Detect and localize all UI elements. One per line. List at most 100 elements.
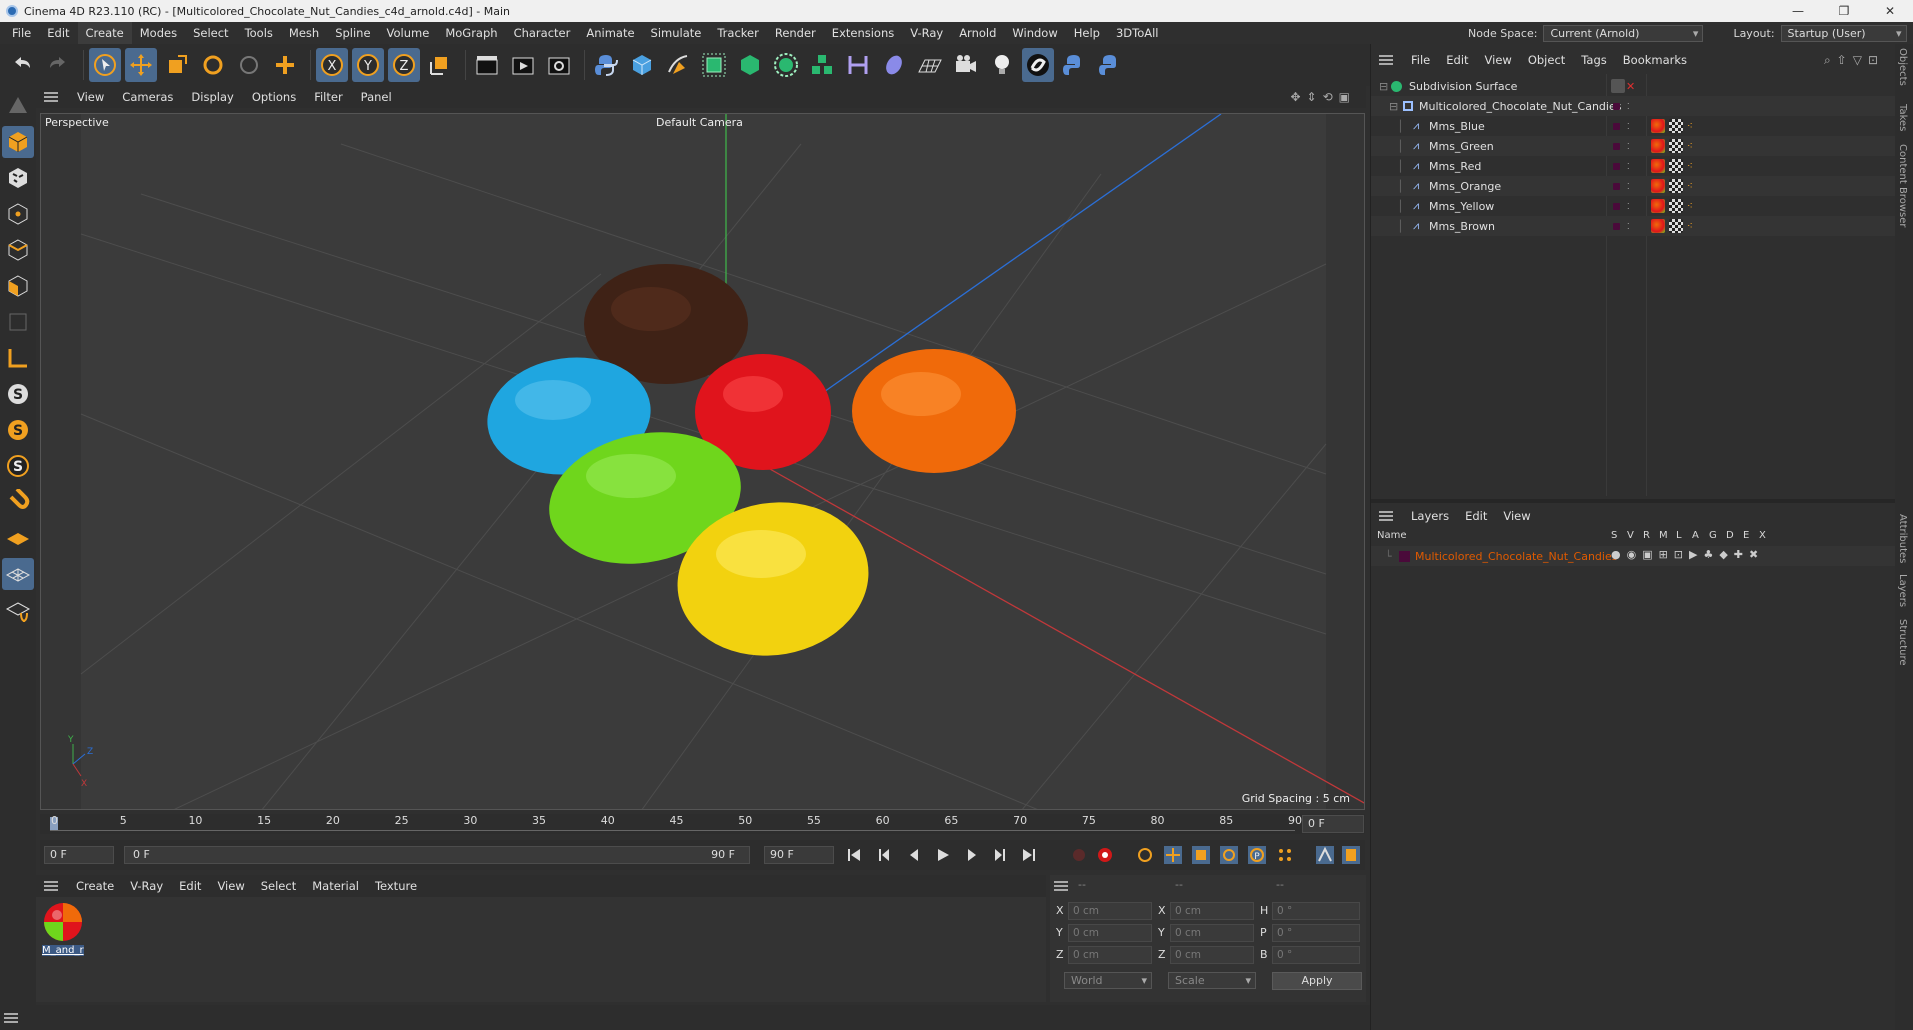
- material-tag-icon[interactable]: [1651, 219, 1665, 233]
- material-menu-vray[interactable]: V-Ray: [122, 879, 171, 893]
- object-row-mms-red[interactable]: │ ⩘ Mms_Red ⁚ ⁖: [1371, 156, 1896, 176]
- object-menu-view[interactable]: View: [1477, 53, 1520, 67]
- viewport-menu-cameras[interactable]: Cameras: [113, 90, 182, 104]
- layer-menu-edit[interactable]: Edit: [1457, 509, 1495, 523]
- arnold-tag-icon[interactable]: ⁖: [1687, 181, 1693, 192]
- col-r[interactable]: R: [1643, 530, 1650, 541]
- keyframe-selection-button[interactable]: [1136, 846, 1154, 864]
- polygons-mode-button[interactable]: [2, 270, 34, 302]
- scale-tool-button[interactable]: [161, 48, 193, 82]
- material-swatch[interactable]: M_and_r: [42, 901, 84, 963]
- record-button[interactable]: [1070, 846, 1088, 864]
- timeline-window-button[interactable]: [1342, 846, 1360, 864]
- pos-y-field[interactable]: 0 cm: [1068, 924, 1152, 942]
- timeline-ruler[interactable]: 0 5 10 15 20 25 30 35 40 45 50 55 60 65 70 75 80 85 90 0 F: [40, 814, 1365, 834]
- object-search-icons[interactable]: ⌕⇧▽⊡: [1824, 53, 1884, 68]
- render-view-button[interactable]: [471, 48, 503, 82]
- object-menu-edit[interactable]: Edit: [1438, 53, 1476, 67]
- candy-orange[interactable]: [852, 349, 1016, 473]
- go-to-end-button[interactable]: [1020, 846, 1038, 864]
- size-z-field[interactable]: 0 cm: [1170, 946, 1254, 964]
- menu-tracker[interactable]: Tracker: [709, 22, 767, 44]
- menu-arnold[interactable]: Arnold: [951, 22, 1004, 44]
- viewport-menu-options[interactable]: Options: [243, 90, 305, 104]
- menu-simulate[interactable]: Simulate: [643, 22, 710, 44]
- camera-button[interactable]: [950, 48, 982, 82]
- menu-vray[interactable]: V-Ray: [902, 22, 951, 44]
- python-button-2[interactable]: [1058, 48, 1090, 82]
- layer-menu-layers[interactable]: Layers: [1403, 509, 1457, 523]
- size-x-field[interactable]: 0 cm: [1170, 902, 1254, 920]
- scale-mode-select[interactable]: Scale: [1168, 972, 1256, 989]
- texture-tag-icon[interactable]: [1669, 119, 1683, 133]
- material-menu-select[interactable]: Select: [253, 879, 304, 893]
- python-button-3[interactable]: [1094, 48, 1126, 82]
- texture-tag-icon[interactable]: [1669, 179, 1683, 193]
- create-object-button[interactable]: [269, 48, 301, 82]
- material-tag-icon[interactable]: [1651, 119, 1665, 133]
- rot-b-field[interactable]: 0 °: [1272, 946, 1360, 964]
- arnold-tag-icon[interactable]: ⁖: [1687, 201, 1693, 212]
- previous-key-button[interactable]: [876, 846, 894, 864]
- visibility-dots-icon[interactable]: ⁚: [1627, 122, 1630, 131]
- apply-button[interactable]: Apply: [1272, 972, 1362, 990]
- subdivision-button[interactable]: [698, 48, 730, 82]
- python-button-1[interactable]: [590, 48, 622, 82]
- select-tool-button[interactable]: [89, 48, 121, 82]
- side-tab-objects[interactable]: Objects: [1897, 48, 1908, 86]
- rot-h-field[interactable]: 0 °: [1272, 902, 1360, 920]
- viewport-menu-panel[interactable]: Panel: [352, 90, 401, 104]
- visibility-dots-icon[interactable]: ⁚: [1627, 162, 1630, 171]
- close-button[interactable]: ✕: [1867, 0, 1913, 22]
- object-row-candies-null[interactable]: ⊟ Multicolored_Chocolate_Nut_Candies ⁚: [1371, 96, 1896, 116]
- visibility-dots-icon[interactable]: ⁚: [1627, 202, 1630, 211]
- arnold-button[interactable]: [1022, 48, 1054, 82]
- col-d[interactable]: D: [1726, 530, 1734, 541]
- col-v[interactable]: V: [1627, 530, 1634, 541]
- workplane-snap-button[interactable]: S: [2, 450, 34, 482]
- coordinate-system-button[interactable]: [424, 48, 456, 82]
- deformer-button[interactable]: [842, 48, 874, 82]
- points-mode-button[interactable]: [2, 198, 34, 230]
- motion-system-button[interactable]: [1316, 846, 1334, 864]
- move-tool-button[interactable]: [125, 48, 157, 82]
- workplane-button[interactable]: [2, 522, 34, 554]
- col-a[interactable]: A: [1692, 530, 1699, 541]
- layer-color-dot[interactable]: [1613, 142, 1620, 150]
- object-row-mms-green[interactable]: │ ⩘ Mms_Green ⁚ ⁖: [1371, 136, 1896, 156]
- key-pla-button[interactable]: [1276, 846, 1294, 864]
- material-tag-icon[interactable]: [1651, 159, 1665, 173]
- menu-tools[interactable]: Tools: [237, 22, 281, 44]
- object-row-mms-orange[interactable]: │ ⩘ Mms_Orange ⁚ ⁖: [1371, 176, 1896, 196]
- viewport-perspective[interactable]: Y Z X Perspective Default Camera Grid Sp…: [40, 113, 1365, 810]
- rot-p-field[interactable]: 0 °: [1272, 924, 1360, 942]
- arnold-tag-icon[interactable]: ⁖: [1687, 141, 1693, 152]
- node-space-select[interactable]: Current (Arnold): [1543, 25, 1704, 42]
- object-hamburger-icon[interactable]: [1379, 55, 1393, 65]
- menu-animate[interactable]: Animate: [578, 22, 642, 44]
- menu-extensions[interactable]: Extensions: [824, 22, 902, 44]
- layer-row[interactable]: └ Multicolored_Chocolate_Nut_Candies ●◉▣…: [1371, 546, 1896, 566]
- render-picture-viewer-button[interactable]: [507, 48, 539, 82]
- texture-tag-icon[interactable]: [1669, 219, 1683, 233]
- texture-tag-icon[interactable]: [1669, 159, 1683, 173]
- model-mode-button[interactable]: [2, 126, 34, 158]
- y-axis-lock-button[interactable]: Y: [352, 48, 384, 82]
- live-selection-button[interactable]: [233, 48, 265, 82]
- side-tab-layers[interactable]: Layers: [1897, 574, 1908, 607]
- uv-mode-button[interactable]: [2, 306, 34, 338]
- viewport-menu-filter[interactable]: Filter: [305, 90, 351, 104]
- layer-hamburger-icon[interactable]: [1379, 511, 1393, 521]
- grid-button[interactable]: [2, 558, 34, 590]
- material-tag-icon[interactable]: [1651, 139, 1665, 153]
- snap-settings-button[interactable]: S: [2, 414, 34, 446]
- menu-volume[interactable]: Volume: [379, 22, 438, 44]
- previous-frame-button[interactable]: [905, 846, 923, 864]
- menu-create[interactable]: Create: [77, 22, 132, 44]
- end-frame-field[interactable]: 90 F: [764, 846, 834, 864]
- material-menu-view[interactable]: View: [209, 879, 252, 893]
- material-hamburger-icon[interactable]: [44, 881, 58, 891]
- frame-range-slider[interactable]: 0 F 90 F: [124, 846, 750, 864]
- menu-mograph[interactable]: MoGraph: [437, 22, 505, 44]
- menu-modes[interactable]: Modes: [132, 22, 185, 44]
